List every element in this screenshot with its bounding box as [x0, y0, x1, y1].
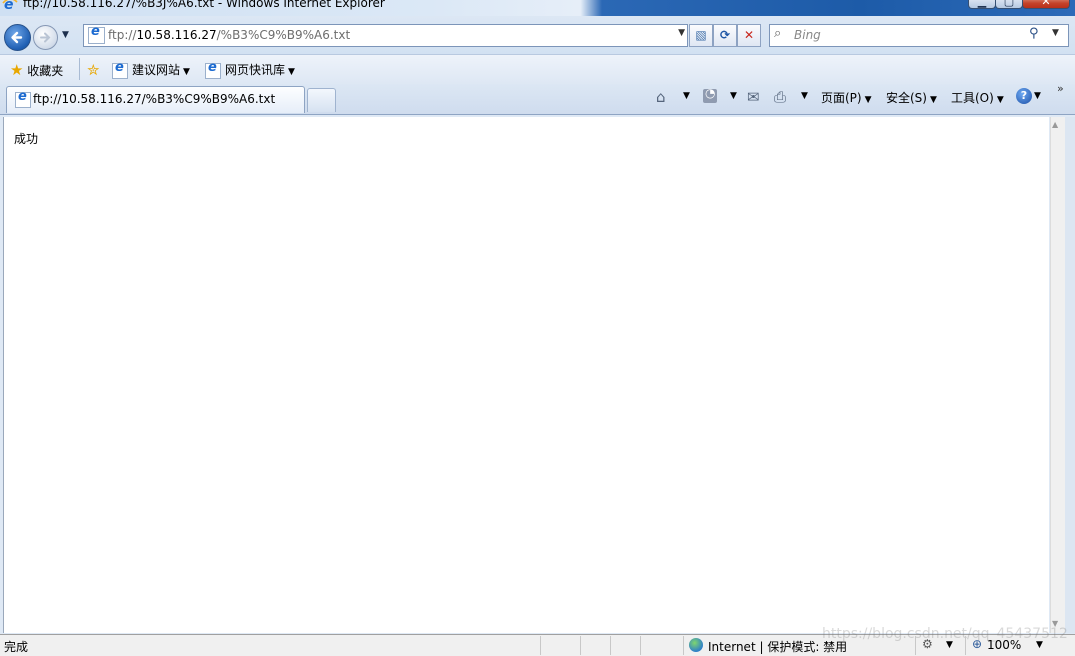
stop-button[interactable]: ✕ [737, 24, 761, 47]
home-icon: ⌂ [656, 88, 666, 106]
page-menu[interactable]: 页面(P) ▼ [821, 89, 872, 106]
divider [965, 636, 966, 655]
search-options-dropdown-icon[interactable]: ▼ [1052, 28, 1059, 38]
zoom-icon[interactable]: ⊕ [972, 637, 982, 651]
tab-active[interactable]: ftp://10.58.116.27/%B3%C9%B9%A6.txt [6, 86, 305, 113]
mail-button[interactable]: ✉ [747, 88, 760, 106]
divider [640, 636, 641, 655]
chevron-down-icon[interactable]: ▼ [946, 640, 953, 650]
safety-menu-label: 安全(S) [886, 91, 927, 105]
status-text: 完成 [4, 640, 29, 654]
address-path: /%B3%C9%B9%A6.txt [216, 28, 351, 42]
home-button[interactable]: ⌂ [656, 88, 666, 106]
scroll-up-icon[interactable]: ▲ [1052, 120, 1058, 129]
search-icon[interactable]: ⚲ [1029, 26, 1039, 41]
page-content [3, 117, 1049, 633]
feeds-dropdown-icon[interactable]: ▼ [730, 91, 737, 101]
zoom-level[interactable]: 100% [987, 638, 1021, 652]
recent-pages-dropdown[interactable]: ▼ [62, 30, 69, 40]
address-prefix: ftp:// [108, 28, 137, 42]
divider [915, 636, 916, 655]
forward-button[interactable] [33, 25, 58, 50]
divider [610, 636, 611, 655]
print-button[interactable]: ⎙ [774, 88, 786, 106]
ie-logo-icon: e [2, 0, 18, 13]
ie-page-icon [205, 60, 221, 79]
chevron-down-icon: ▼ [183, 67, 190, 77]
address-input[interactable]: ftp://10.58.116.27/%B3%C9%B9%A6.txt [108, 28, 350, 42]
close-window-button[interactable]: ✕ [1022, 0, 1070, 9]
refresh-button[interactable]: ⟳ [713, 24, 737, 47]
favorites-label: 收藏夹 [27, 64, 64, 78]
new-tab-button[interactable] [307, 88, 336, 112]
chevron-down-icon: ▼ [288, 67, 295, 77]
page-menu-label: 页面(P) [821, 91, 862, 105]
suggested-sites-button[interactable]: 建议网站▼ [112, 60, 190, 79]
safety-menu[interactable]: 安全(S) ▼ [886, 89, 937, 106]
add-to-favorites-bar-button[interactable]: ✮ [87, 61, 100, 79]
back-arrow-icon [11, 31, 23, 44]
web-slice-gallery-button[interactable]: 网页快讯库▼ [205, 60, 295, 79]
globe-icon [689, 638, 703, 652]
close-icon: ✕ [1041, 0, 1051, 8]
protected-mode-icon[interactable]: ⚙ [922, 637, 933, 651]
watermark: https://blog.csdn.net/qq_45437512 [822, 626, 1068, 642]
favorites-button[interactable]: ★ 收藏夹 [10, 61, 63, 79]
star-icon: ★ [10, 61, 24, 79]
maximize-icon: ▢ [1003, 0, 1015, 8]
document-text: 成功 [14, 132, 39, 146]
chevron-down-icon: ▼ [929, 95, 937, 105]
compatibility-view-button[interactable]: ▧ [689, 24, 713, 47]
tab-title: ftp://10.58.116.27/%B3%C9%B9%A6.txt [33, 92, 276, 106]
refresh-icon: ⟳ [719, 28, 731, 42]
divider [79, 58, 80, 80]
help-dropdown-icon[interactable]: ▼ [1034, 91, 1041, 101]
suggested-sites-label: 建议网站 [132, 63, 181, 77]
tools-menu[interactable]: 工具(O) ▼ [951, 89, 1004, 106]
page-icon [88, 24, 105, 44]
tab-page-icon [15, 89, 31, 108]
tools-menu-label: 工具(O) [951, 91, 994, 105]
window-frame-edge [1065, 117, 1075, 633]
stop-icon: ✕ [743, 28, 755, 42]
add-favorite-star-icon: ✮ [87, 61, 100, 79]
minimize-icon: ▁ [977, 0, 987, 8]
print-dropdown-icon[interactable]: ▼ [801, 91, 808, 101]
chevron-down-icon: ▼ [864, 95, 872, 105]
minimize-button[interactable]: ▁ [968, 0, 996, 9]
address-dropdown-icon[interactable]: ▼ [678, 28, 685, 38]
rss-button[interactable]: ◔ [703, 86, 717, 103]
web-slice-label: 网页快讯库 [225, 63, 286, 77]
chevron-down-icon: ▼ [996, 95, 1004, 105]
divider [683, 636, 684, 655]
more-commands-chevron[interactable]: » [1057, 82, 1064, 95]
search-input[interactable]: Bing [794, 28, 821, 42]
help-icon[interactable]: ? [1016, 88, 1032, 104]
forward-arrow-icon [40, 32, 51, 43]
maximize-button[interactable]: ▢ [995, 0, 1023, 9]
rss-icon: ◔ [705, 86, 716, 100]
address-host: 10.58.116.27 [136, 28, 217, 42]
vertical-scrollbar[interactable] [1050, 117, 1065, 633]
home-dropdown-icon[interactable]: ▼ [683, 91, 690, 101]
divider [580, 636, 581, 655]
mail-icon: ✉ [747, 88, 760, 106]
zoom-dropdown-icon[interactable]: ▼ [1036, 640, 1043, 650]
ie-page-icon [112, 60, 128, 79]
printer-icon: ⎙ [774, 88, 787, 106]
address-bar[interactable]: ftp://10.58.116.27/%B3%C9%B9%A6.txt ▼ [83, 24, 688, 47]
window-title: ftp://10.58.116.27/%B3J%A6.txt - Windows… [23, 0, 385, 10]
search-box[interactable]: ⌕ Bing ⚲ ▼ [769, 24, 1069, 47]
divider [540, 636, 541, 655]
back-button[interactable] [4, 24, 31, 51]
bing-logo-icon: ⌕ [774, 26, 782, 41]
